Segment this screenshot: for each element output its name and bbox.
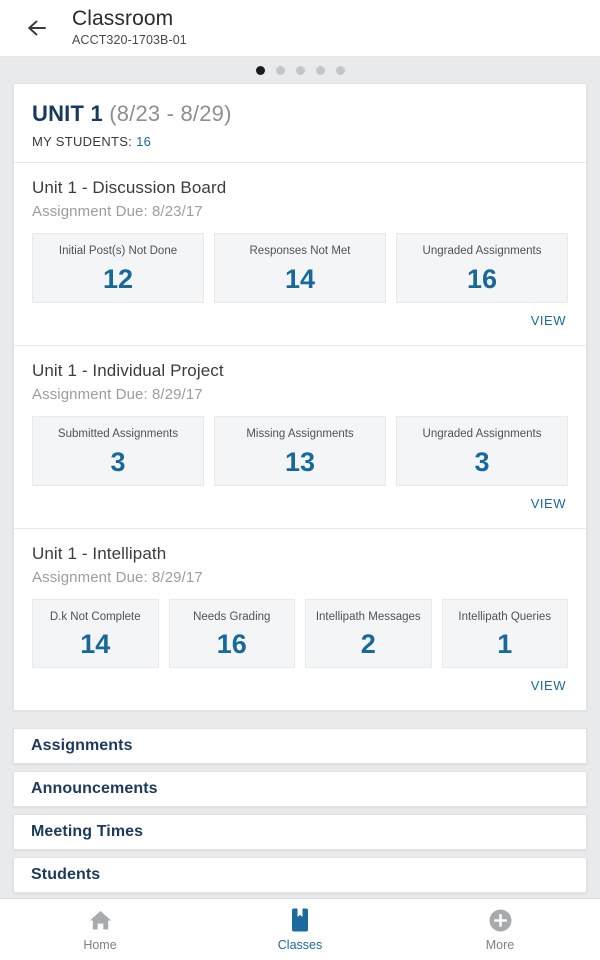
stat-group: Initial Post(s) Not Done 12 Responses No… <box>32 233 568 303</box>
stat-group: D.k Not Complete 14 Needs Grading 16 Int… <box>32 598 568 669</box>
unit-header: UNIT 1 (8/23 - 8/29) MY STUDENTS: 16 <box>14 84 586 163</box>
stat-label: Ungraded Assignments <box>422 245 542 257</box>
page-dot-4[interactable] <box>315 65 325 75</box>
assignment-title: Unit 1 - Individual Project <box>32 360 224 380</box>
view-link[interactable]: VIEW <box>531 313 566 328</box>
my-students: MY STUDENTS: 16 <box>32 134 568 149</box>
my-students-count: 16 <box>136 134 152 149</box>
stat-value: 1 <box>497 629 513 660</box>
stat-tile[interactable]: D.k Not Complete 14 <box>32 598 159 669</box>
my-students-label: MY STUDENTS: <box>32 134 133 149</box>
stat-tile[interactable]: Intellipath Messages 2 <box>305 598 432 669</box>
stat-label: D.k Not Complete <box>49 610 141 623</box>
tab-classes[interactable]: Classes <box>200 899 400 960</box>
page-dot-2[interactable] <box>275 65 285 75</box>
nav-item-announcements[interactable]: Announcements <box>13 771 587 808</box>
book-bookmark-icon <box>289 907 311 933</box>
stat-value: 16 <box>216 629 247 660</box>
stat-label: Ungraded Assignments <box>422 427 542 440</box>
unit-title: UNIT 1 (8/23 - 8/29) <box>32 101 568 127</box>
scroll-body: UNIT 1 (8/23 - 8/29) MY STUDENTS: 16 Uni… <box>0 57 600 898</box>
class-nav-list: Assignments Announcements Meeting Times … <box>13 728 587 894</box>
assignment-title: Unit 1 - Discussion Board <box>32 178 227 197</box>
page-dot-1[interactable] <box>255 65 265 75</box>
stat-tile[interactable]: Ungraded Assignments 16 <box>396 233 568 303</box>
stat-tile[interactable]: Intellipath Queries 1 <box>441 598 568 669</box>
page-dot-3[interactable] <box>295 65 305 75</box>
assignment-section: Unit 1 - Discussion Board Assignment Due… <box>14 163 586 346</box>
stat-label: Intellipath Messages <box>315 610 421 623</box>
arrow-left-icon <box>26 18 50 38</box>
stat-tile[interactable]: Responses Not Met 14 <box>214 233 386 303</box>
app-header: Classroom ACCT320-1703B-01 <box>0 0 600 57</box>
stat-value: 3 <box>474 446 490 477</box>
unit-date-range: (8/23 - 8/29) <box>109 101 232 126</box>
stat-tile[interactable]: Submitted Assignments 3 <box>32 415 204 486</box>
course-code: ACCT320-1703B-01 <box>72 32 187 47</box>
view-row: VIEW <box>32 486 568 522</box>
stat-label: Intellipath Queries <box>458 610 552 623</box>
stat-value: 14 <box>80 629 111 660</box>
stat-value: 2 <box>360 629 376 660</box>
assignment-section: Unit 1 - Intellipath Assignment Due: 8/2… <box>14 529 586 711</box>
bottom-tab-bar: Home Classes More <box>0 898 600 960</box>
page-title: Classroom <box>72 6 174 30</box>
stat-value: 12 <box>102 263 134 294</box>
stat-label: Missing Assignments <box>246 427 354 440</box>
stat-value: 3 <box>110 446 126 477</box>
stat-group: Submitted Assignments 3 Missing Assignme… <box>32 415 568 486</box>
stat-value: 14 <box>284 263 316 294</box>
view-link[interactable]: VIEW <box>531 496 566 511</box>
stat-tile[interactable]: Initial Post(s) Not Done 12 <box>32 233 204 303</box>
unit-card: UNIT 1 (8/23 - 8/29) MY STUDENTS: 16 Uni… <box>13 83 587 711</box>
assignment-title: Unit 1 - Intellipath <box>32 543 167 563</box>
view-row: VIEW <box>32 668 568 704</box>
page-indicator[interactable] <box>0 57 600 83</box>
view-row: VIEW <box>32 303 568 339</box>
stat-label: Responses Not Met <box>249 245 351 257</box>
stat-label: Initial Post(s) Not Done <box>58 245 178 257</box>
stat-value: 13 <box>284 446 316 477</box>
stat-label: Needs Grading <box>193 610 271 623</box>
tab-label-home: Home <box>83 938 117 952</box>
unit-title-text: UNIT 1 <box>32 101 103 126</box>
assignment-due: Assignment Due: 8/29/17 <box>32 568 203 586</box>
assignment-due: Assignment Due: 8/29/17 <box>32 385 203 403</box>
stat-label: Submitted Assignments <box>57 427 179 440</box>
app-screen: Classroom ACCT320-1703B-01 UNIT 1 (8/23 … <box>0 0 600 960</box>
assignment-due: Assignment Due: 8/23/17 <box>32 203 203 220</box>
assignment-section: Unit 1 - Individual Project Assignment D… <box>14 346 586 529</box>
home-icon <box>88 907 113 933</box>
tab-label-classes: Classes <box>277 938 323 952</box>
stat-tile[interactable]: Needs Grading 16 <box>168 598 295 669</box>
tab-more[interactable]: More <box>400 899 600 960</box>
stat-tile[interactable]: Ungraded Assignments 3 <box>396 415 568 486</box>
nav-item-assignments[interactable]: Assignments <box>13 728 587 765</box>
plus-circle-icon <box>488 907 513 933</box>
back-button[interactable] <box>18 8 58 48</box>
header-titles: Classroom ACCT320-1703B-01 <box>72 6 187 48</box>
stat-tile[interactable]: Missing Assignments 13 <box>214 415 386 486</box>
stat-value: 16 <box>466 263 498 294</box>
nav-item-students[interactable]: Students <box>13 857 587 894</box>
tab-label-more: More <box>485 938 515 952</box>
page-dot-5[interactable] <box>335 65 345 75</box>
view-link[interactable]: VIEW <box>531 678 566 693</box>
tab-home[interactable]: Home <box>0 899 200 960</box>
nav-item-meeting-times[interactable]: Meeting Times <box>13 814 587 851</box>
